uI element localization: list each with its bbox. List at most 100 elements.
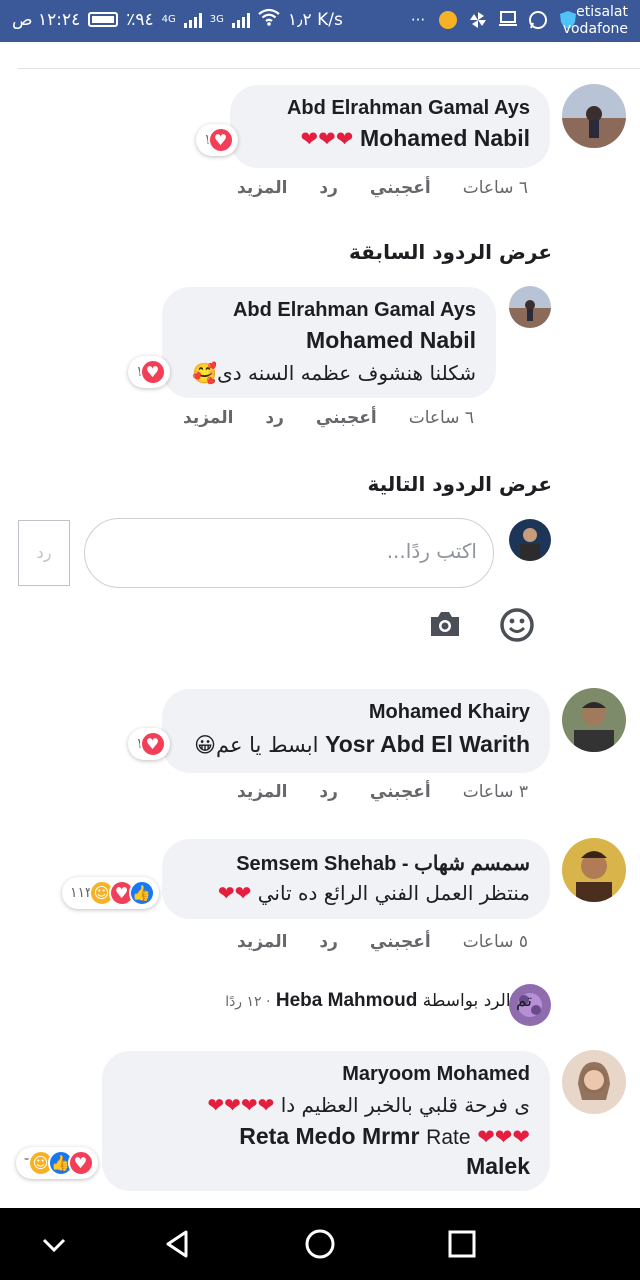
clock: ١٢:٢٤ ص: [12, 9, 81, 30]
comment-mention-line: Mohamed Nabil: [306, 327, 476, 354]
laptop-icon: [498, 10, 518, 30]
comment-author[interactable]: Abd Elrahman Gamal Ays: [233, 299, 476, 322]
send-reply-button[interactable]: رد: [18, 520, 70, 586]
comment-author[interactable]: سمسم شهاب - Semsem Shehab: [236, 851, 530, 876]
carrier-2: vodafone: [562, 21, 628, 37]
avatar[interactable]: [509, 286, 551, 328]
back-icon[interactable]: [160, 1226, 196, 1262]
comment-text-line1: ى فرحة قلبي بالخبر العظيم دا ❤❤❤❤: [207, 1093, 530, 1117]
comment-body: شكلنا هنشوف عظمه السنه دى: [217, 361, 476, 385]
pinwheel-icon: [468, 10, 488, 30]
notification-icons: ···: [408, 10, 578, 30]
comment-actions: ٥ ساعات أعجبني رد المزيد: [237, 932, 528, 952]
my-avatar: [509, 519, 551, 561]
comment-text: شكلنا هنشوف عظمه السنه دى🥰: [192, 361, 476, 385]
comment-text-line2: ❤❤❤ Reta Medo Mrmr Rate: [239, 1123, 530, 1150]
battery-icon: [88, 12, 119, 27]
whatsapp-icon: [528, 10, 548, 30]
app-icon: [438, 10, 458, 30]
collapse-icon[interactable]: [36, 1226, 72, 1262]
more-button[interactable]: المزيد: [237, 178, 287, 198]
signal-bars-icon: [183, 12, 202, 28]
home-icon[interactable]: [302, 1226, 338, 1262]
comment-bubble[interactable]: Abd Elrahman Gamal Ays Mohamed Nabil شكل…: [162, 287, 496, 398]
camera-icon[interactable]: [428, 609, 462, 639]
comment-body-prefix: Rate: [426, 1126, 471, 1149]
reply-button[interactable]: رد: [319, 782, 338, 802]
avatar[interactable]: [562, 1050, 626, 1114]
reply-count: · ١٢ ردًا: [225, 994, 271, 1010]
see-next-replies[interactable]: عرض الردود التالية: [367, 472, 552, 496]
comment-mention[interactable]: Malek: [466, 1153, 530, 1179]
comment-text: منتظر العمل الفني الرائع ده تاني ❤❤: [218, 881, 530, 905]
love-reaction-icon: ♥: [139, 359, 166, 385]
recents-icon[interactable]: [444, 1226, 480, 1262]
reply-button[interactable]: رد: [319, 932, 338, 952]
more-button[interactable]: المزيد: [237, 782, 287, 802]
status-left: ١٢:٢٤ ص ٪٩٤ 4G 3G ١٫٢ K/s: [12, 8, 343, 31]
heart-emojis: ❤❤❤: [300, 127, 354, 151]
wifi-icon: [258, 8, 280, 31]
replied-by-prefix: تم الرد بواسطة: [422, 991, 532, 1011]
comment-actions: ٦ ساعات أعجبني رد المزيد: [183, 408, 474, 428]
comment-body: منتظر العمل الفني الرائع ده تاني: [257, 881, 530, 905]
replied-by[interactable]: تم الرد بواسطة Heba Mahmoud · ١٢ ردًا: [225, 990, 532, 1012]
reaction-summary[interactable]: ١ ♥: [128, 356, 170, 388]
avatar[interactable]: [562, 688, 626, 752]
reaction-summary[interactable]: ١ ♥: [128, 728, 170, 760]
emoji: 🥰: [192, 361, 218, 385]
battery-level: ٪٩٤: [126, 9, 154, 30]
emoji-picker-icon[interactable]: [499, 607, 535, 643]
replied-by-name[interactable]: Heba Mahmoud: [276, 990, 417, 1011]
comment-time[interactable]: ٣ ساعات: [463, 782, 528, 802]
avatar[interactable]: [562, 84, 626, 148]
comment-time[interactable]: ٥ ساعات: [463, 932, 528, 952]
avatar[interactable]: [562, 838, 626, 902]
android-nav-bar: [0, 1208, 640, 1280]
reaction-summary[interactable]: ١ ♥: [196, 124, 238, 156]
comment-text: Mohamed Nabil ❤❤❤: [301, 125, 530, 152]
comment-author[interactable]: Mohamed Khairy: [369, 701, 530, 724]
emoji: 😀: [194, 733, 216, 757]
see-previous-replies[interactable]: عرض الردود السابقة: [349, 240, 552, 264]
love-reaction-icon: ♥: [139, 731, 166, 757]
heart-emojis: ❤❤❤❤: [207, 1093, 275, 1117]
comment-time[interactable]: ٦ ساعات: [409, 408, 474, 428]
heart-emojis: ❤❤: [217, 881, 252, 905]
carrier-names: etisalat vodafone: [563, 4, 628, 38]
reply-box[interactable]: [84, 518, 494, 588]
more-button[interactable]: المزيد: [237, 932, 287, 952]
reply-button[interactable]: رد: [319, 178, 338, 198]
love-reaction-icon: ♥: [207, 127, 234, 153]
more-button[interactable]: المزيد: [183, 408, 233, 428]
comment-author[interactable]: Abd Elrahman Gamal Ays: [287, 97, 530, 120]
comment-bubble[interactable]: Mohamed Khairy Yosr Abd El Warith ابسط ي…: [162, 689, 550, 773]
reply-input[interactable]: [117, 539, 477, 563]
net-speed: ١٫٢ K/s: [287, 9, 343, 30]
comment-mention[interactable]: Reta Medo Mrmr: [239, 1123, 419, 1149]
love-reaction-icon: ♥: [67, 1150, 94, 1176]
comment-author[interactable]: Maryoom Mohamed: [342, 1063, 530, 1086]
like-button[interactable]: أعجبني: [370, 932, 431, 952]
reply-button[interactable]: رد: [265, 408, 284, 428]
comment-actions: ٣ ساعات أعجبني رد المزيد: [237, 782, 528, 802]
heart-emojis: ❤❤❤: [477, 1125, 530, 1149]
comment-bubble[interactable]: سمسم شهاب - Semsem Shehab منتظر العمل ال…: [162, 839, 550, 919]
like-reaction-icon: 👍: [128, 880, 155, 906]
net-type-3g: 3G: [209, 14, 224, 25]
reaction-summary[interactable]: ٦ ☺ 👍 ♥: [16, 1147, 98, 1179]
more-notifications-icon: ···: [410, 11, 426, 29]
comment-mention[interactable]: Mohamed Nabil: [306, 327, 476, 353]
net-type-4g: 4G: [161, 14, 176, 25]
like-button[interactable]: أعجبني: [316, 408, 377, 428]
like-button[interactable]: أعجبني: [370, 178, 431, 198]
status-bar: ١٢:٢٤ ص ٪٩٤ 4G 3G ١٫٢ K/s ··· etisalat v…: [0, 0, 640, 42]
like-button[interactable]: أعجبني: [370, 782, 431, 802]
comment-time[interactable]: ٦ ساعات: [463, 178, 528, 198]
comment-mention[interactable]: Mohamed Nabil: [360, 125, 530, 151]
comment-actions: ٦ ساعات أعجبني رد المزيد: [237, 178, 528, 198]
comment-bubble[interactable]: Maryoom Mohamed ى فرحة قلبي بالخبر العظي…: [102, 1051, 550, 1191]
comment-bubble[interactable]: Abd Elrahman Gamal Ays Mohamed Nabil ❤❤❤: [230, 85, 550, 168]
comment-mention[interactable]: Yosr Abd El Warith: [325, 731, 530, 757]
reaction-summary[interactable]: ١١٣ ☺ ♥ 👍: [62, 877, 159, 909]
